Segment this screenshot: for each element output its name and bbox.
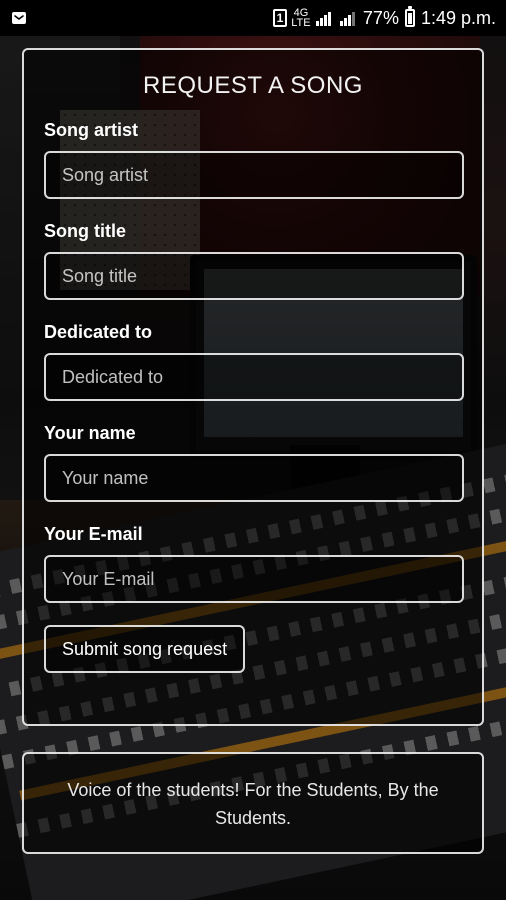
dedicated-to-input[interactable] — [44, 353, 464, 401]
network-type-bottom: LTE — [291, 17, 311, 29]
song-title-input[interactable] — [44, 252, 464, 300]
dedicated-to-label: Dedicated to — [44, 322, 153, 342]
form-title: REQUEST A SONG — [143, 72, 363, 99]
dedicated-to-field: Dedicated to — [44, 322, 464, 401]
screen: 1 4G LTE 77% 1:49 p.m. REQUEST A SONG So… — [0, 0, 506, 900]
status-bar: 1 4G LTE 77% 1:49 p.m. — [0, 0, 506, 36]
your-name-field: Your name — [44, 423, 464, 502]
song-title-label: Song title — [44, 221, 126, 241]
secondary-signal-icon — [339, 9, 357, 27]
song-artist-label: Song artist — [44, 120, 139, 140]
song-artist-input[interactable] — [44, 151, 464, 199]
submit-song-request-button[interactable]: Submit song request — [44, 625, 246, 673]
footer-text: Voice of the students! For the Students,… — [67, 780, 439, 828]
your-name-label: Your name — [44, 423, 136, 443]
song-title-field: Song title — [44, 221, 464, 300]
status-right: 1 4G LTE 77% 1:49 p.m. — [272, 6, 496, 29]
your-email-label: Your E-mail — [44, 524, 143, 544]
status-left — [10, 9, 28, 27]
signal-icon — [315, 9, 333, 27]
your-email-field: Your E-mail — [44, 524, 464, 603]
battery-icon — [404, 6, 415, 27]
notification-icon — [10, 9, 28, 27]
footer-card: Voice of the students! For the Students,… — [22, 752, 484, 854]
battery-percent: 77% — [362, 7, 399, 28]
song-artist-field: Song artist — [44, 120, 464, 199]
network-type: 4G LTE — [291, 8, 311, 29]
sim-slot-text: 1 — [276, 11, 284, 25]
status-time: 1:49 p.m. — [420, 7, 496, 28]
request-form-card: REQUEST A SONG Song artist Song title De… — [22, 48, 484, 726]
your-name-input[interactable] — [44, 454, 464, 502]
your-email-input[interactable] — [44, 555, 464, 603]
sim-slot-icon: 1 — [272, 9, 287, 27]
